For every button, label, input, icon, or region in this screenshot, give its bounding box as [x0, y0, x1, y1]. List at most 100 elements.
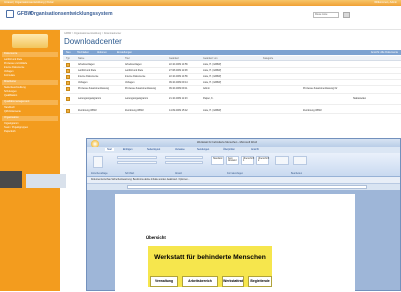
group-font: Schriftart [125, 173, 135, 175]
message-bar-text[interactable]: Dokumentvorschau Sicherheitswarnung: Bes… [91, 179, 190, 181]
toolbar-actions-button[interactable]: Aktionen [97, 51, 107, 54]
row-modified: 27.08.2009 11:08 [169, 69, 188, 72]
toolbar-settings-button[interactable]: Einstellungen [117, 51, 132, 54]
column-header[interactable]: Titel [125, 57, 129, 60]
row-modified-by[interactable]: Liste, H. (GFBW) [203, 69, 221, 72]
sidebar-section-title[interactable]: Dokumente [2, 52, 58, 57]
row-modified: 14.09.2009 15:42 [169, 109, 188, 112]
paragraph-align-buttons[interactable] [165, 161, 203, 164]
style-heading-2[interactable]: Überschrift 2 [256, 156, 269, 165]
column-header[interactable]: Typ [66, 57, 70, 60]
row-name-link[interactable]: Arbeitsvorlagen [78, 63, 95, 66]
search-scope-select[interactable]: Diese Liste [313, 12, 339, 18]
logo-icon [6, 10, 14, 18]
ribbon-tab-review[interactable]: Überprüfen [223, 148, 235, 151]
document-heading[interactable]: Übersicht [146, 235, 166, 240]
style-no-spacing[interactable]: Kein Abstand [226, 156, 239, 165]
row-name-link[interactable]: Leitungsorganigramm [78, 97, 101, 100]
background-panel [0, 171, 22, 188]
row-title: Leitungsorganigramm [125, 97, 149, 100]
ruler-track[interactable] [127, 185, 367, 189]
toolbar-upload-button[interactable]: Hochladen [77, 51, 89, 54]
search-button[interactable] [343, 12, 350, 18]
column-header[interactable]: Name [78, 57, 84, 60]
document-icon [66, 109, 70, 113]
org-chart-cell[interactable]: Arbeitsbereich [182, 276, 218, 287]
word-window-title: Werkstatt für behinderte Menschen - Micr… [197, 141, 258, 144]
column-header[interactable]: Kategorie [263, 57, 273, 60]
ribbon-tab-references[interactable]: Verweise [175, 148, 185, 151]
sidebar-item[interactable]: Qualifikation [4, 94, 58, 98]
document-page[interactable]: Übersicht Werkstatt für behinderte Mensc… [115, 194, 355, 292]
style-standard[interactable]: Standard [211, 156, 224, 165]
top-bar-left-text[interactable]: Intranet | Organisationsentwicklung | Po… [4, 1, 53, 4]
folder-icon [66, 75, 70, 79]
sidebar-item[interactable]: Formulare [4, 74, 58, 78]
row-modified: 09.10.2009 09:11 [169, 87, 188, 90]
row-modified: 21.10.2009 11:23 [169, 97, 188, 100]
table-row[interactable]: Zuordnung WfbM Zuordnung WfbM 14.09.2009… [63, 108, 401, 114]
ribbon-tab-insert[interactable]: Einfügen [123, 148, 132, 151]
row-modified-by[interactable]: Liste, H. (GFBW) [203, 109, 221, 112]
ribbon-tab-start[interactable]: Start [105, 148, 115, 151]
column-header[interactable]: Geändert [169, 57, 179, 60]
toolbar-new-button[interactable]: Neu [66, 51, 71, 54]
sidebar-section-title[interactable]: Organisation [2, 116, 58, 121]
row-category: Zuordnung WfbM [303, 109, 322, 112]
word-window[interactable]: Werkstatt für behinderte Menschen - Micr… [86, 138, 401, 292]
row-modified-by[interactable]: Liste, H. (GFBW) [203, 81, 221, 84]
column-header[interactable]: Geändert von [203, 57, 218, 60]
edit-button[interactable] [293, 156, 307, 165]
style-heading-1[interactable]: Überschrift 1 [241, 156, 254, 165]
row-title: Prozesse Zusammenfassung [125, 87, 156, 90]
document-icon [66, 97, 70, 101]
row-name-link[interactable]: Interne Dokumente [78, 75, 98, 78]
org-chart-title[interactable]: Werkstatt für behinderte Menschen [148, 254, 272, 261]
row-category: Stabsstellen [353, 97, 367, 100]
row-modified-by[interactable]: Liste, H. (GFBW) [203, 75, 221, 78]
view-selector[interactable]: Ansicht: Alle Dokumente [371, 51, 398, 54]
sidebar-item[interactable]: QM-Dokumente [4, 110, 58, 114]
ribbon-tab-mailings[interactable]: Sendungen [197, 148, 209, 151]
row-category: Prozesse Zusammenfassung für [303, 87, 338, 90]
row-modified-by[interactable]: Admin [203, 87, 210, 90]
breadcrumb[interactable]: GFBW > Organisationsentwicklung > Downlo… [64, 32, 121, 35]
change-styles-button[interactable] [275, 156, 289, 165]
sidebar-section-title[interactable]: Qualitätsmanagement [2, 100, 58, 105]
org-chart-cell[interactable]: Werkstattrat [222, 276, 244, 287]
list-toolbar: Neu Hochladen Aktionen Einstellungen Ans… [63, 50, 401, 55]
org-chart-box[interactable]: Werkstatt für behinderte Menschen Verwal… [148, 246, 272, 287]
group-paragraph: Absatz [175, 173, 183, 175]
page-title: Downloadcenter [64, 37, 122, 46]
word-title-bar[interactable]: Werkstatt für behinderte Menschen - Micr… [87, 139, 400, 148]
sidebar: Dokumente Leitbild und Ziele Prozesse un… [0, 30, 60, 291]
document-icon [66, 87, 70, 91]
top-bar-user-text[interactable]: Willkommen, Admin [374, 1, 397, 4]
row-name-link[interactable]: Vorlagen [78, 81, 87, 84]
sidebar-section-title[interactable]: Mitarbeiter [2, 80, 58, 85]
table-header: Typ Name Titel Geändert Geändert von Kat… [63, 56, 401, 61]
ruler [87, 184, 400, 190]
table-row[interactable]: Leitungsorganigramm Leitungsorganigramm … [63, 96, 401, 105]
row-modified-by[interactable]: Liste, H. (GFBW) [203, 63, 221, 66]
folder-icon [66, 63, 70, 67]
folder-icon [12, 34, 48, 48]
row-modified-by[interactable]: Papier, K. [203, 97, 213, 100]
font-family-select[interactable] [117, 156, 157, 159]
table-row[interactable]: Prozesse Zusammenfassung Prozesse Zusamm… [63, 86, 401, 94]
org-chart-cell[interactable]: Verwaltung [150, 276, 178, 287]
paragraph-list-buttons[interactable] [165, 156, 203, 159]
sidebar-item-recycle-bin[interactable]: Papierkorb [4, 130, 58, 134]
font-format-buttons[interactable] [117, 161, 157, 164]
org-chart-cell[interactable]: Begleitende [248, 276, 272, 287]
row-name-link[interactable]: Zuordnung WfbM [78, 109, 96, 112]
row-title: Zuordnung WfbM [125, 109, 144, 112]
row-title: Interne Dokumente [125, 75, 146, 78]
ribbon-tab-view[interactable]: Ansicht [251, 148, 259, 151]
row-name-link[interactable]: Leitbild und Ziele [78, 69, 96, 72]
row-name-link[interactable]: Prozesse Zusammenfassung [78, 87, 109, 90]
ribbon-tab-layout[interactable]: Seitenlayout [147, 148, 160, 151]
paste-button[interactable] [93, 156, 103, 168]
row-title: Vorlagen [125, 81, 135, 84]
ribbon: Standard Kein Abstand Überschrift 1 Über… [87, 153, 400, 177]
